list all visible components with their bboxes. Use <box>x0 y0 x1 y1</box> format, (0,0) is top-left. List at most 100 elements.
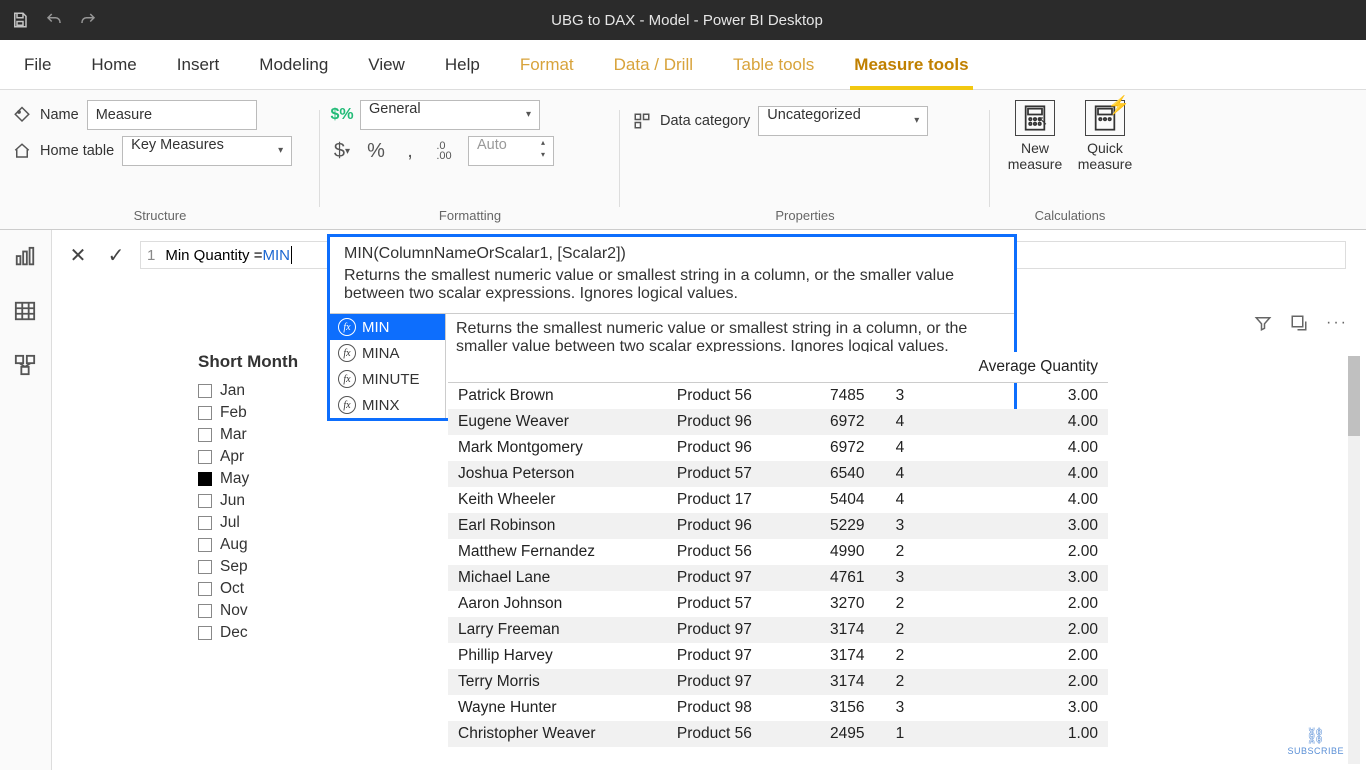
titlebar: UBG to DAX - Model - Power BI Desktop <box>0 0 1366 40</box>
function-option-minute[interactable]: fxMINUTE <box>330 366 445 392</box>
cell: Michael Lane <box>448 565 667 591</box>
slicer-item-sep[interactable]: Sep <box>198 558 338 576</box>
table-row[interactable]: Terry MorrisProduct 97317422.00 <box>448 669 1108 695</box>
slicer-item-feb[interactable]: Feb <box>198 404 338 422</box>
cell: 4.00 <box>914 487 1108 513</box>
table-row[interactable]: Earl RobinsonProduct 96522933.00 <box>448 513 1108 539</box>
slicer-item-jun[interactable]: Jun <box>198 492 338 510</box>
table-row[interactable]: Keith WheelerProduct 17540444.00 <box>448 487 1108 513</box>
group-structure-label: Structure <box>0 208 320 223</box>
redo-icon[interactable] <box>78 10 98 30</box>
cell: 6972 <box>799 409 875 435</box>
table-row[interactable]: Matthew FernandezProduct 56499022.00 <box>448 539 1108 565</box>
checkbox-icon <box>198 516 212 530</box>
cell: 4.00 <box>914 435 1108 461</box>
hometable-select[interactable]: Key Measures▾ <box>122 136 292 166</box>
slicer-item-mar[interactable]: Mar <box>198 426 338 444</box>
cell: 4 <box>874 487 914 513</box>
col-header[interactable] <box>874 352 914 383</box>
app-title: UBG to DAX - Model - Power BI Desktop <box>98 12 1276 29</box>
function-option-mina[interactable]: fxMINA <box>330 340 445 366</box>
more-options-icon[interactable]: ··· <box>1326 314 1346 334</box>
table-row[interactable]: Joshua PetersonProduct 57654044.00 <box>448 461 1108 487</box>
table-row[interactable]: Aaron JohnsonProduct 57327022.00 <box>448 591 1108 617</box>
filter-icon[interactable] <box>1254 314 1274 334</box>
report-view-icon[interactable] <box>12 246 40 270</box>
table-row[interactable]: Wayne HunterProduct 98315633.00 <box>448 695 1108 721</box>
quick-measure-button[interactable]: ⚡ Quick measure <box>1075 100 1135 172</box>
table-row[interactable]: Mark MontgomeryProduct 96697244.00 <box>448 435 1108 461</box>
data-view-icon[interactable] <box>12 300 40 324</box>
group-properties-label: Properties <box>620 208 990 223</box>
tab-data-drill[interactable]: Data / Drill <box>594 40 713 89</box>
checkbox-icon <box>198 604 212 618</box>
slicer-item-apr[interactable]: Apr <box>198 448 338 466</box>
datacat-select[interactable]: Uncategorized▾ <box>758 106 928 136</box>
col-header[interactable] <box>448 352 667 383</box>
table-row[interactable]: Phillip HarveyProduct 97317422.00 <box>448 643 1108 669</box>
cell: 3 <box>874 695 914 721</box>
slicer-item-dec[interactable]: Dec <box>198 624 338 642</box>
slicer-item-aug[interactable]: Aug <box>198 536 338 554</box>
tab-modeling[interactable]: Modeling <box>239 40 348 89</box>
slicer-item-oct[interactable]: Oct <box>198 580 338 598</box>
cell: Product 97 <box>667 617 799 643</box>
decimal-places-input[interactable]: Auto▴▾ <box>468 136 554 166</box>
tab-measure-tools[interactable]: Measure tools <box>834 40 988 89</box>
decimals-icon[interactable]: .0.00 <box>434 141 454 161</box>
cell: 3174 <box>799 617 875 643</box>
table-row[interactable]: Larry FreemanProduct 97317422.00 <box>448 617 1108 643</box>
tab-help[interactable]: Help <box>425 40 500 89</box>
percent-icon[interactable]: % <box>366 141 386 161</box>
save-icon[interactable] <box>10 10 30 30</box>
function-option-min[interactable]: fxMIN <box>330 314 445 340</box>
measure-name-input[interactable] <box>87 100 257 130</box>
formula-cancel-button[interactable]: ✕ <box>64 241 92 269</box>
cell: Eugene Weaver <box>448 409 667 435</box>
tab-format[interactable]: Format <box>500 40 594 89</box>
cell: 2.00 <box>914 539 1108 565</box>
undo-icon[interactable] <box>44 10 64 30</box>
tab-view[interactable]: View <box>348 40 425 89</box>
cell: 5404 <box>799 487 875 513</box>
comma-icon[interactable]: , <box>400 141 420 161</box>
new-measure-button[interactable]: ↖ New measure <box>1005 100 1065 172</box>
slicer-title: Short Month <box>198 352 338 372</box>
cell: 3.00 <box>914 383 1108 410</box>
cell: 3 <box>874 565 914 591</box>
calculator-icon: ↖ <box>1015 100 1055 136</box>
col-header[interactable]: Average Quantity <box>914 352 1108 383</box>
function-option-minx[interactable]: fxMINX <box>330 392 445 418</box>
col-header[interactable] <box>799 352 875 383</box>
slicer-item-nov[interactable]: Nov <box>198 602 338 620</box>
table-row[interactable]: Eugene WeaverProduct 96697244.00 <box>448 409 1108 435</box>
cell: Product 97 <box>667 669 799 695</box>
cell: 2.00 <box>914 643 1108 669</box>
cell: 2.00 <box>914 617 1108 643</box>
scrollbar-thumb[interactable] <box>1348 356 1360 436</box>
cell: Phillip Harvey <box>448 643 667 669</box>
tab-insert[interactable]: Insert <box>157 40 240 89</box>
table-row[interactable]: Michael LaneProduct 97476133.00 <box>448 565 1108 591</box>
table-visual[interactable]: Average QuantityPatrick BrownProduct 567… <box>448 352 1108 764</box>
tab-table-tools[interactable]: Table tools <box>713 40 834 89</box>
scrollbar[interactable] <box>1348 356 1360 764</box>
col-header[interactable] <box>667 352 799 383</box>
cell: Product 57 <box>667 461 799 487</box>
tab-file[interactable]: File <box>12 40 71 89</box>
tab-home[interactable]: Home <box>71 40 156 89</box>
table-row[interactable]: Patrick BrownProduct 56748533.00 <box>448 383 1108 410</box>
slicer-item-jan[interactable]: Jan <box>198 382 338 400</box>
slicer-item-jul[interactable]: Jul <box>198 514 338 532</box>
cell: Product 96 <box>667 513 799 539</box>
format-select[interactable]: General▾ <box>360 100 540 130</box>
slicer-item-may[interactable]: May <box>198 470 338 488</box>
cell: 3174 <box>799 669 875 695</box>
cell: Product 98 <box>667 695 799 721</box>
formula-commit-button[interactable]: ✓ <box>102 241 130 269</box>
currency-icon[interactable]: $ ▾ <box>332 141 352 161</box>
table-row[interactable]: Christopher WeaverProduct 56249511.00 <box>448 721 1108 747</box>
model-view-icon[interactable] <box>12 354 40 378</box>
cell: Product 56 <box>667 383 799 410</box>
focus-mode-icon[interactable] <box>1290 314 1310 334</box>
